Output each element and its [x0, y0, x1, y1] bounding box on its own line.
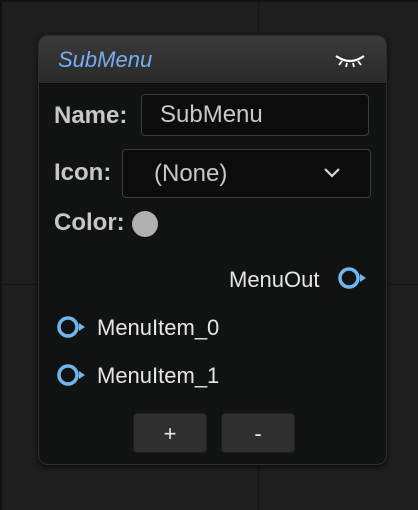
menuitem-1-label: MenuItem_1	[97, 363, 220, 388]
icon-label: Icon:	[54, 159, 112, 186]
name-label: Name:	[54, 102, 128, 129]
submenu-node[interactable]: SubMenu Name: SubMenu Icon: (None) Color…	[38, 35, 387, 465]
icon-dropdown-value: (None)	[154, 160, 228, 187]
add-pin-button[interactable]: +	[133, 413, 207, 453]
color-label: Color:	[54, 209, 125, 236]
menuitem-0-label: MenuItem_0	[97, 315, 220, 340]
menu-out-pin-icon[interactable]	[337, 266, 369, 290]
remove-pin-button[interactable]: -	[221, 413, 295, 453]
icon-dropdown[interactable]: (None)	[122, 149, 371, 198]
menuitem-0-pin-icon[interactable]	[56, 315, 88, 339]
menuitem-1-pin-icon[interactable]	[56, 363, 88, 387]
node-title: SubMenu	[58, 47, 153, 72]
name-input[interactable]: SubMenu	[141, 94, 369, 136]
node-header[interactable]: SubMenu	[39, 36, 386, 84]
menu-out-label: MenuOut	[229, 267, 320, 292]
color-swatch[interactable]	[132, 211, 158, 237]
chevron-down-icon	[324, 166, 340, 178]
eye-closed-icon[interactable]	[334, 50, 366, 70]
